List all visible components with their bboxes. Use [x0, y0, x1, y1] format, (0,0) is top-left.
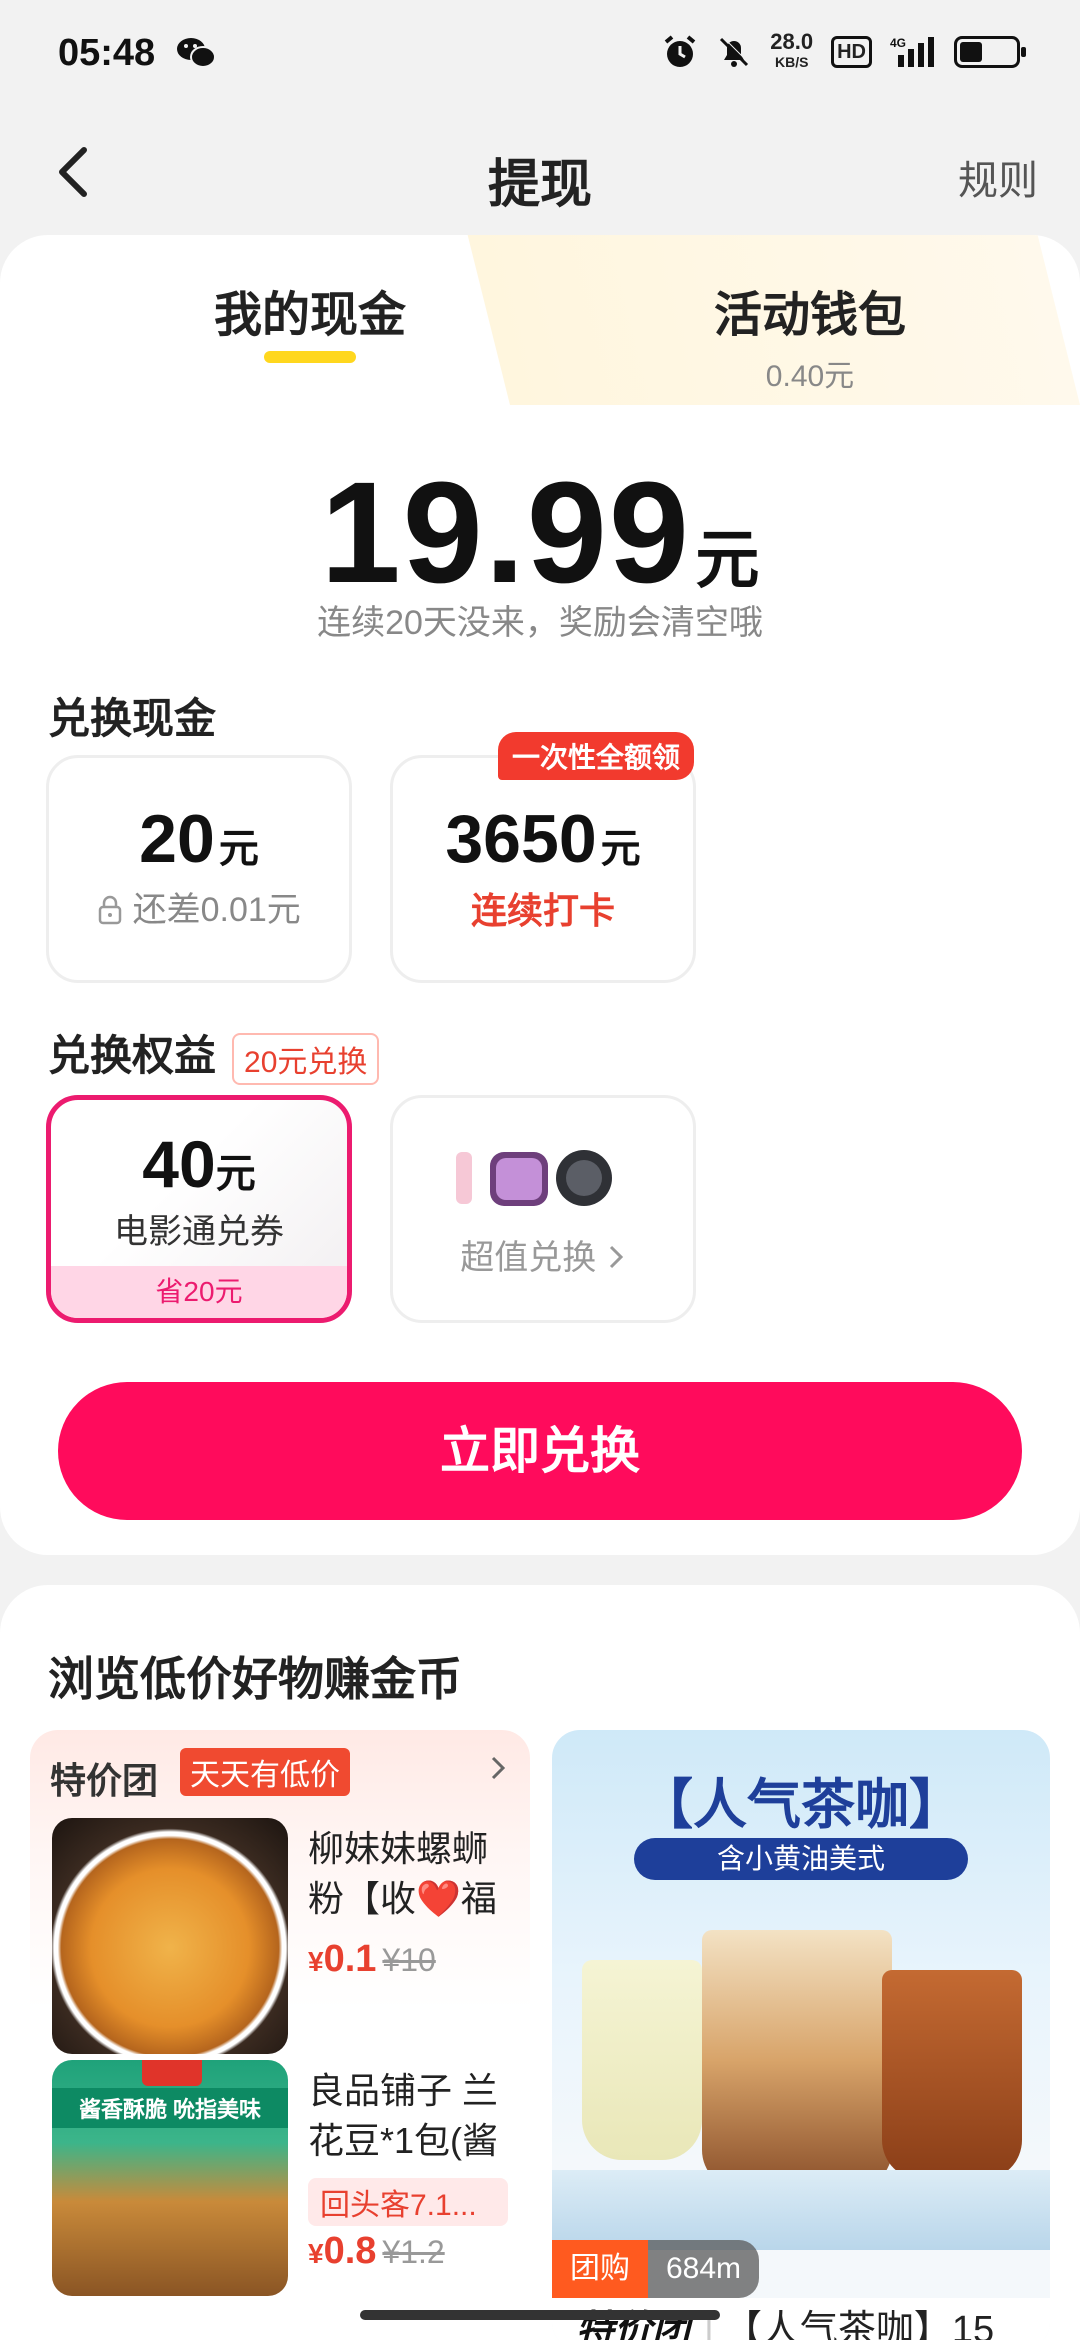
more-label: 超值兑换: [460, 1239, 597, 1277]
wallet-amount: 0.40元: [765, 360, 855, 393]
banner-subtitle: 含小黄油美式: [634, 1838, 968, 1880]
benefit-movie-voucher[interactable]: 40元 电影通兑券 省20元: [46, 1095, 352, 1323]
ice-decoration: [552, 2170, 1050, 2250]
rules-link[interactable]: 规则: [958, 148, 1038, 206]
group-buy-tag: 团购 684m: [552, 2240, 760, 2298]
balance-unit: 元: [695, 524, 760, 596]
deal-brand: 特价团: [50, 1760, 159, 1801]
svg-text:4G: 4G: [890, 36, 906, 50]
benefit-value: 40: [142, 1127, 216, 1201]
drink-image: [882, 1970, 1022, 2180]
product-promo: 回头客7.1...: [308, 2178, 508, 2226]
option-note: 连续打卡: [470, 890, 615, 931]
hd-icon: HD: [831, 36, 872, 68]
option-unit: 元: [600, 827, 641, 871]
exchange-benefit-title: 兑换权益 20元兑换: [48, 1022, 380, 1085]
tab-activity-wallet[interactable]: 活动钱包 0.40元: [660, 275, 960, 395]
product-price: ¥0.1 ¥10: [308, 1938, 436, 1980]
top-nav: 提现 规则: [0, 120, 1080, 230]
browse-title: 浏览低价好物赚金币: [48, 1653, 462, 1705]
clock: 05:48: [58, 32, 156, 74]
chevron-right-icon: [609, 1245, 623, 1269]
status-bar: 05:48 28.0 KB/S HD 4G: [0, 0, 1080, 110]
product-item[interactable]: 酱香酥脆 吮指美味 良品铺子 兰花豆*1包(酱 回头客7.1... ¥0.8 ¥1…: [52, 2060, 522, 2300]
daily-low-price-tag: 天天有低价: [180, 1748, 350, 1796]
coffee-deal-card[interactable]: 【人气茶咖】 含小黄油美式 团购 684m 特价团 | 【人气茶咖】15: [552, 1730, 1050, 2340]
signal-icon: 4G: [890, 36, 934, 67]
redeem-now-button[interactable]: 立即兑换: [58, 1382, 1022, 1520]
product-image: [52, 1818, 288, 2054]
cash-balance: 19.99 元: [0, 450, 1080, 616]
lock-icon: [98, 895, 122, 925]
balance-number: 19.99: [320, 452, 691, 613]
option-value: 3650: [445, 801, 597, 877]
product-title: 良品铺子 兰花豆*1包(酱: [308, 2070, 499, 2161]
banner-title: 【人气茶咖】: [639, 1775, 963, 1835]
exchange-benefit-label: 兑换权益: [48, 1032, 217, 1079]
mute-icon: [720, 36, 750, 67]
original-price: ¥10: [382, 1942, 436, 1978]
cash-option-3650[interactable]: 3650 元 连续打卡: [390, 755, 696, 983]
network-speed: 28.0 KB/S: [770, 29, 814, 71]
tab-my-cash-label: 我的现金: [213, 289, 406, 342]
products-image: [456, 1150, 612, 1206]
tab-activity-wallet-label: 活动钱包: [713, 289, 906, 342]
exchange-cash-title: 兑换现金: [48, 695, 217, 742]
benefit-saving: 省20元: [51, 1266, 347, 1318]
page-title: 提现: [487, 156, 592, 214]
product-price: ¥0.8 ¥1.2: [308, 2230, 445, 2272]
drink-image: [582, 1960, 702, 2160]
withdraw-card: 我的现金 活动钱包 0.40元 19.99 元 连续20天没来，奖励会清空哦 兑…: [0, 235, 1080, 1555]
group-buy-label: 团购: [552, 2240, 648, 2298]
benefit-unit: 元: [215, 1152, 256, 1196]
drink-image: [702, 1930, 892, 2190]
benefit-tag: 20元兑换: [232, 1032, 380, 1085]
full-amount-badge: 一次性全额领: [498, 732, 695, 780]
original-price: ¥1.2: [382, 2234, 445, 2270]
browse-card: 浏览低价好物赚金币 特价团 天天有低价 柳妹妹螺蛳粉【收❤️福 ¥0.1 ¥10 …: [0, 1585, 1080, 2340]
battery-icon: [954, 36, 1026, 68]
cash-option-20[interactable]: 20 元 还差0.01元: [46, 755, 352, 983]
distance-label: 684m: [648, 2240, 760, 2298]
product-image-caption: 酱香酥脆 吮指美味: [52, 2088, 288, 2128]
product-image: 酱香酥脆 吮指美味: [52, 2060, 288, 2296]
product-title: 柳妹妹螺蛳粉【收❤️福: [308, 1828, 497, 1919]
product-thumbnails: [393, 1142, 693, 1212]
expiry-hint: 连续20天没来，奖励会清空哦: [317, 604, 763, 642]
home-indicator[interactable]: [360, 2310, 720, 2320]
chevron-right-icon[interactable]: [484, 1754, 512, 1782]
product-item[interactable]: 柳妹妹螺蛳粉【收❤️福 ¥0.1 ¥10: [52, 1818, 522, 2058]
wechat-icon: [177, 38, 216, 68]
active-tab-indicator: [264, 351, 356, 363]
deal-title: 【人气茶咖】15: [723, 2309, 995, 2340]
benefit-name: 电影通兑券: [114, 1213, 284, 1251]
tab-my-cash[interactable]: 我的现金: [160, 275, 460, 363]
alarm-icon: [665, 35, 696, 67]
benefit-more[interactable]: 超值兑换: [390, 1095, 696, 1323]
option-unit: 元: [218, 827, 259, 871]
brand-logo: [142, 2060, 202, 2086]
deal-group-panel[interactable]: 特价团 天天有低价 柳妹妹螺蛳粉【收❤️福 ¥0.1 ¥10 酱香酥脆 吮指美味 …: [30, 1730, 530, 2340]
option-value: 20: [139, 801, 215, 877]
option-note: 还差0.01元: [132, 891, 301, 929]
